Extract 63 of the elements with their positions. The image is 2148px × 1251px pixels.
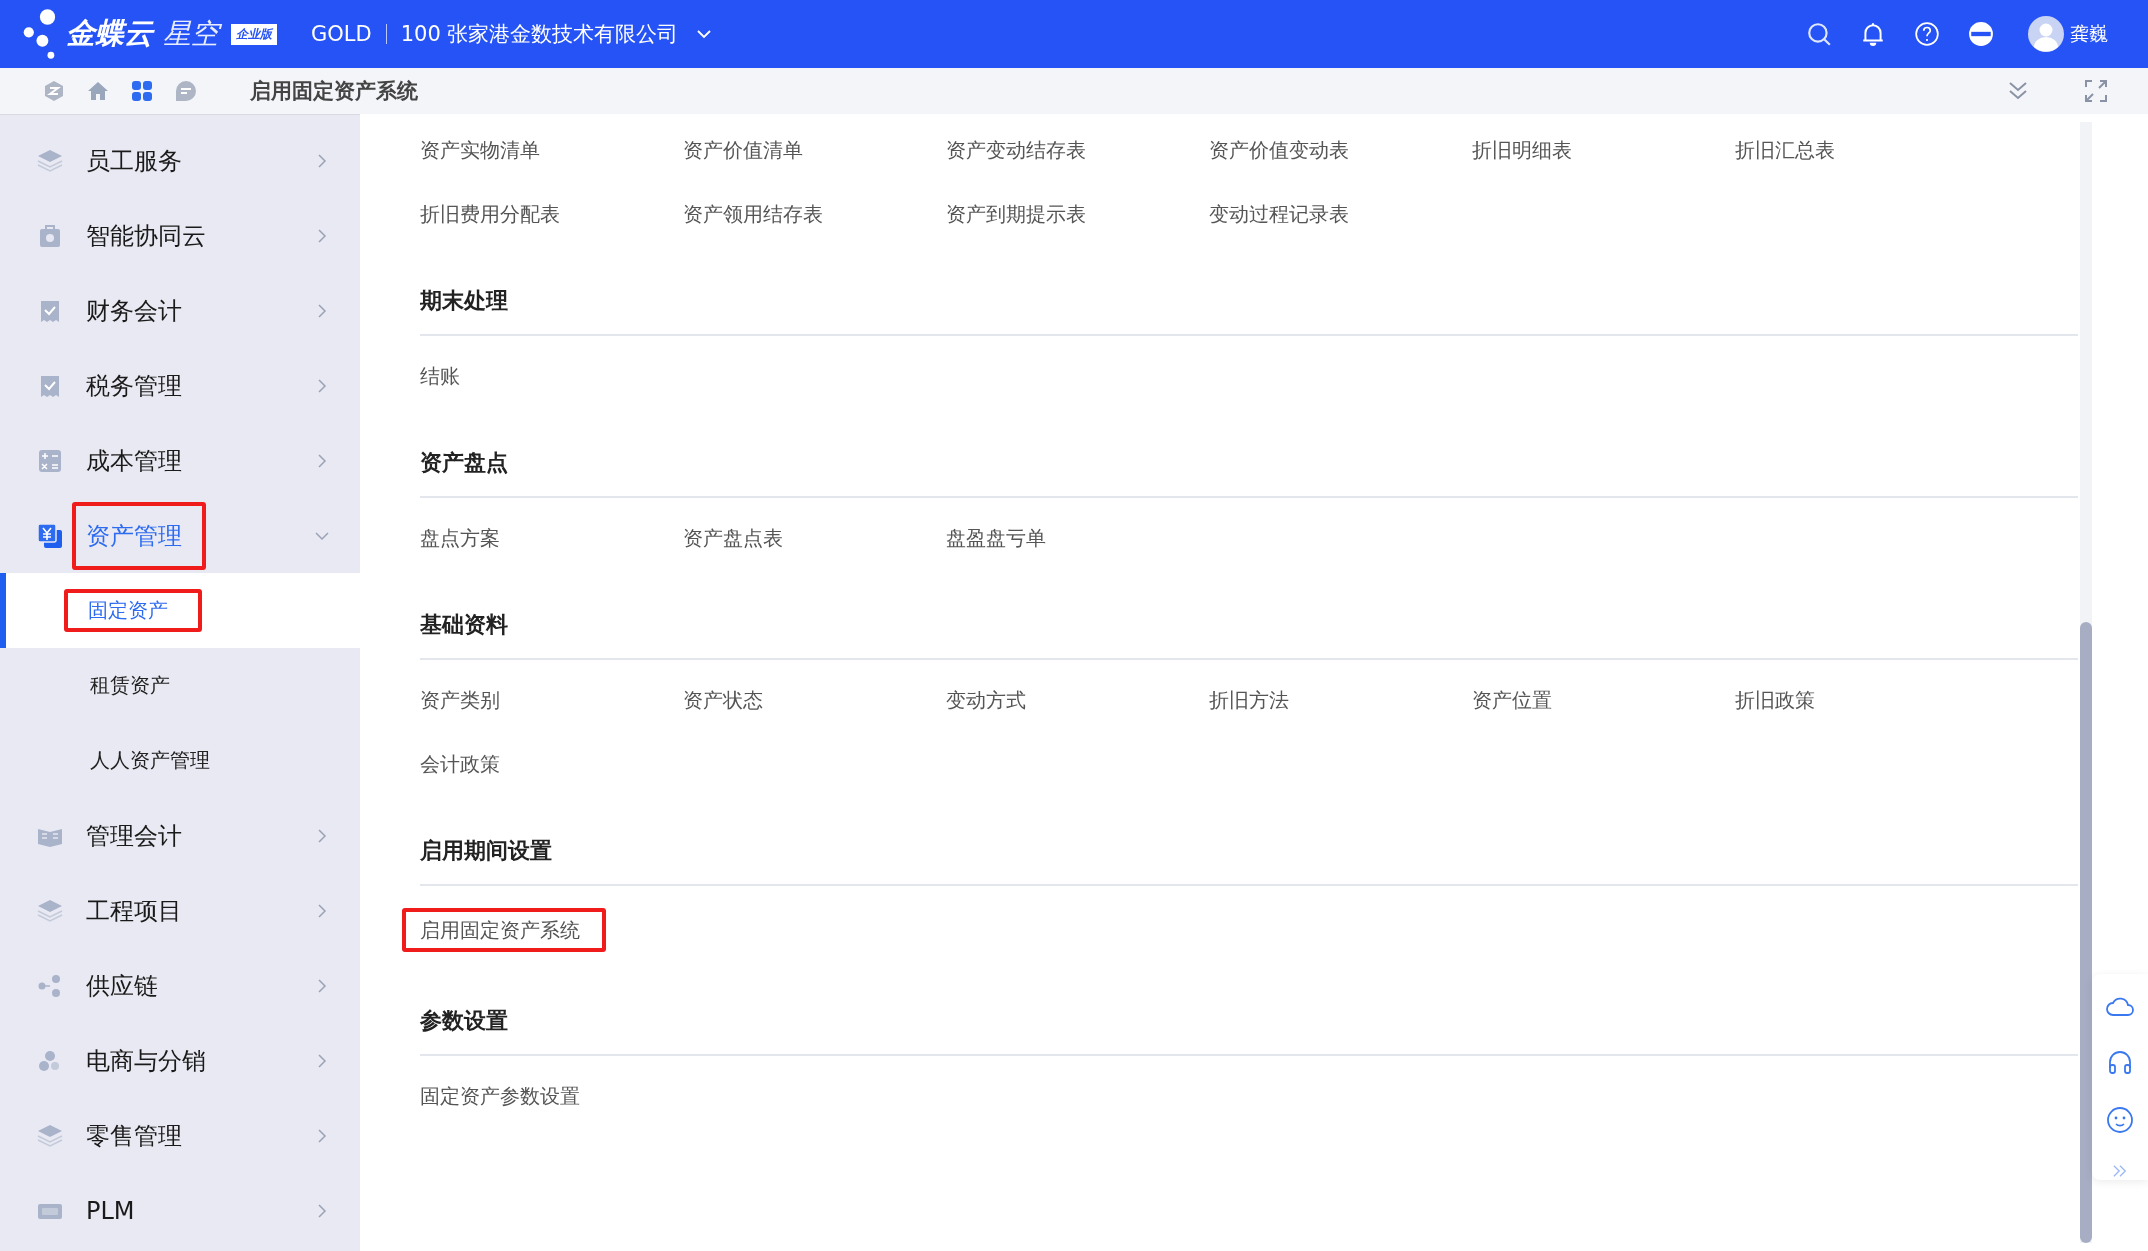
bell-icon[interactable] xyxy=(1860,21,1886,47)
logo-text: 金蝶云 xyxy=(66,15,153,52)
tenant-name: GOLD xyxy=(311,22,372,46)
sidebar-item[interactable]: 智能协同云 xyxy=(0,198,360,273)
sidebar-item[interactable]: 电商与分销 xyxy=(0,1023,360,1098)
search-icon[interactable] xyxy=(1806,21,1832,47)
sidebar-item[interactable]: 财务会计 xyxy=(0,273,360,348)
page-tab-title[interactable]: 启用固定资产系统 xyxy=(250,77,418,105)
fullscreen-icon[interactable] xyxy=(2084,79,2108,103)
minus-circle-icon[interactable] xyxy=(1968,21,1994,47)
sidebar-item[interactable]: PLM xyxy=(0,1173,360,1248)
menu-link[interactable]: 折旧方法 xyxy=(1209,682,1289,718)
sidebar-subitem[interactable]: 固定资产 xyxy=(0,573,360,648)
menu-link[interactable]: 会计政策 xyxy=(420,746,500,782)
scrollbar[interactable] xyxy=(2080,122,2092,1243)
menu-link[interactable]: 盘点方案 xyxy=(420,520,500,556)
menu-link[interactable]: 盘盈盘亏单 xyxy=(946,520,1046,556)
menu-link[interactable]: 资产盘点表 xyxy=(683,520,783,556)
sidebar-item[interactable]: 供应链 xyxy=(0,948,360,1023)
menu-link[interactable]: 折旧政策 xyxy=(1735,682,1815,718)
menu-link[interactable]: 折旧明细表 xyxy=(1472,132,1572,168)
menu-link[interactable]: 结账 xyxy=(420,358,460,394)
dots-logo-icon xyxy=(22,8,56,60)
menu-link[interactable]: 资产价值清单 xyxy=(683,132,803,168)
menu-link[interactable]: 资产类别 xyxy=(420,682,500,718)
yen-document-icon xyxy=(36,521,64,550)
menu-link[interactable]: 资产领用结存表 xyxy=(683,196,823,232)
sidebar-item[interactable]: 工程项目 xyxy=(0,873,360,948)
sidebar-subitem[interactable]: 人人资产管理 xyxy=(0,723,360,798)
caret-icon xyxy=(696,29,713,39)
menu-link[interactable]: 折旧汇总表 xyxy=(1735,132,1835,168)
smiley-icon[interactable] xyxy=(2106,1106,2134,1134)
sidebar-item[interactable]: 税务管理 xyxy=(0,348,360,423)
user-name[interactable]: 龚巍 xyxy=(2070,21,2108,47)
sidebar-item[interactable]: 员工服务 xyxy=(0,123,360,198)
section-heading: 参数设置 xyxy=(420,1006,2078,1056)
sidebar-subitem[interactable]: 租赁资产 xyxy=(0,648,360,723)
home-icon[interactable] xyxy=(86,79,110,103)
apps-icon[interactable] xyxy=(130,79,154,103)
menu-link[interactable]: 变动过程记录表 xyxy=(1209,196,1349,232)
menu-link[interactable]: 启用固定资产系统 xyxy=(402,908,606,952)
company-selector[interactable]: 100 张家港金数技术有限公司 xyxy=(400,20,713,48)
menu-link[interactable]: 资产状态 xyxy=(683,682,763,718)
section-heading: 启用期间设置 xyxy=(420,836,2078,886)
section-heading: 期末处理 xyxy=(420,286,2078,336)
menu-link[interactable]: 资产到期提示表 xyxy=(946,196,1086,232)
menu-link[interactable]: 资产实物清单 xyxy=(420,132,540,168)
section-heading: 基础资料 xyxy=(420,610,2078,660)
sidebar-item[interactable]: 成本管理 xyxy=(0,423,360,498)
menu-link[interactable]: 资产位置 xyxy=(1472,682,1552,718)
edition-badge: 企业版 xyxy=(231,23,277,45)
sidebar-item[interactable]: 零售管理 xyxy=(0,1098,360,1173)
sidebar-item[interactable]: 管理会计 xyxy=(0,798,360,873)
menu-link[interactable]: 资产变动结存表 xyxy=(946,132,1086,168)
menu-link[interactable]: 资产价值变动表 xyxy=(1209,132,1349,168)
help-icon[interactable] xyxy=(1914,21,1940,47)
sidebar-item[interactable]: 资产管理 xyxy=(0,498,360,573)
menu-link[interactable]: 变动方式 xyxy=(946,682,1026,718)
menu-link[interactable]: 折旧费用分配表 xyxy=(420,196,560,232)
section-heading: 资产盘点 xyxy=(420,448,2078,498)
avatar-icon[interactable] xyxy=(2028,16,2064,52)
menu-link[interactable]: 固定资产参数设置 xyxy=(420,1078,580,1114)
headset-icon[interactable] xyxy=(2106,1048,2134,1076)
